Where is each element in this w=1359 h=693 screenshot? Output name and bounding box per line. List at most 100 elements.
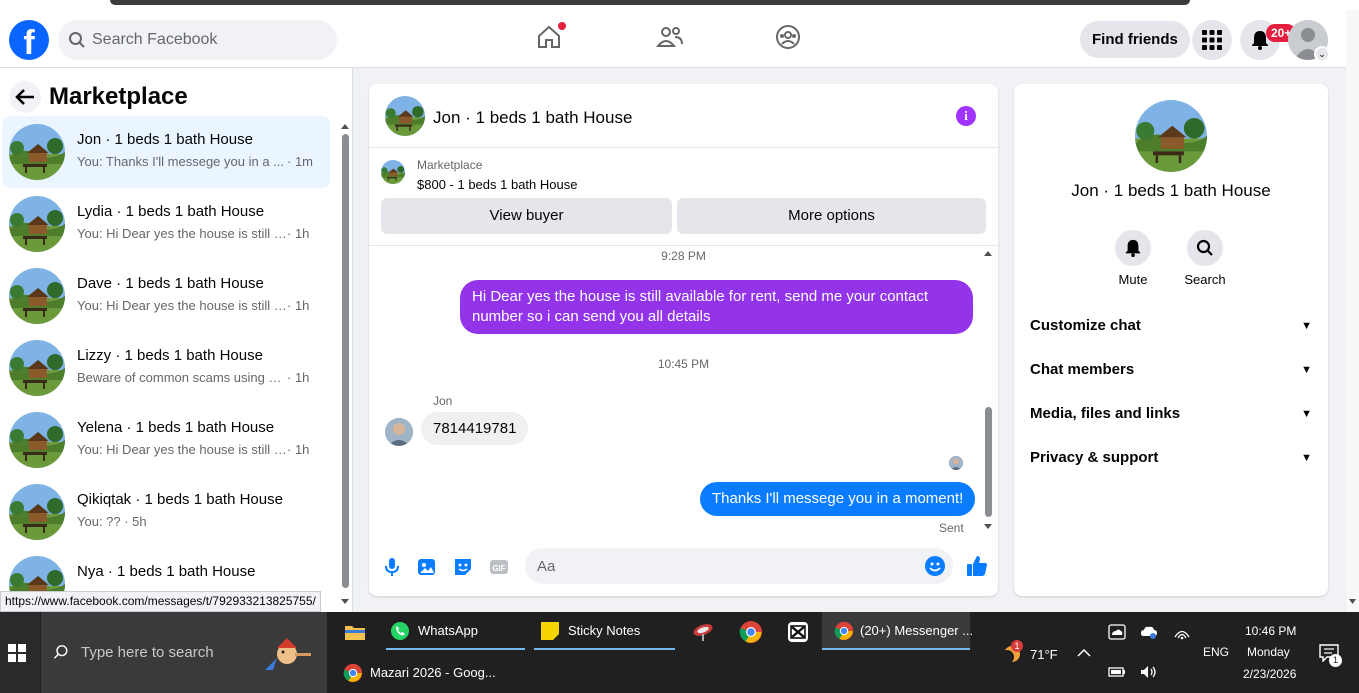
listing-thumbnail [9,484,65,540]
weather-alert-badge: 1 [1011,640,1023,652]
search-in-chat-button[interactable]: Search [1175,230,1235,287]
conversation-item[interactable]: Lydia · 1 beds 1 bath House You: Hi Dear… [2,188,330,260]
conversation-item[interactable]: Jon · 1 beds 1 bath House You: Thanks I'… [2,116,330,188]
message-input-wrapper[interactable] [525,548,953,584]
taskbar-whatsapp[interactable]: WhatsApp [386,612,525,650]
page-title: Marketplace [49,83,188,110]
search-icon [69,32,85,48]
groups-icon[interactable] [775,24,805,54]
sender-avatar[interactable] [385,418,413,446]
conversation-time: · 1h [287,226,310,241]
input-language[interactable]: ENG [1203,645,1229,659]
marketplace-label: Marketplace [417,158,483,172]
conversation-snippet: You: Hi Dear yes the house is still a... [77,298,287,313]
find-friends-button[interactable]: Find friends [1080,21,1190,58]
conversation-item[interactable]: Qikiqtak · 1 beds 1 bath House You: ?? ·… [2,476,330,548]
conversation-item[interactable]: Lizzy · 1 beds 1 bath House Beware of co… [2,332,330,404]
media-files-links-row[interactable]: Media, files and links ▼ [1030,394,1312,434]
listing-title[interactable]: $800 - 1 beds 1 bath House [417,177,577,192]
conversation-list-scrollbar[interactable] [340,122,350,608]
gif-icon[interactable]: GIF [488,556,510,578]
onedrive-icon[interactable] [1108,624,1126,640]
capcut-icon[interactable] [787,621,809,643]
scroll-down-arrow-icon [1349,599,1356,604]
privacy-support-row[interactable]: Privacy & support ▼ [1030,438,1312,478]
menu-button[interactable] [1192,20,1232,60]
conversation-snippet: You: ?? · 5h [77,514,147,529]
info-icon[interactable]: i [956,106,976,126]
page-scrollbar[interactable] [1346,10,1359,612]
conversation-name: Jon · 1 beds 1 bath House [77,131,253,148]
listing-thumbnail [9,196,65,252]
marketplace-listing-card: Marketplace $800 - 1 beds 1 bath House V… [369,148,998,246]
listing-thumbnail [9,412,65,468]
friends-icon[interactable] [655,24,686,54]
search-input[interactable] [92,20,322,60]
view-buyer-button[interactable]: View buyer [381,198,672,234]
satellite-dish-app-icon[interactable] [691,621,715,643]
taskbar-sticky-notes[interactable]: Sticky Notes [534,612,675,650]
taskbar-mazari-chrome[interactable]: Mazari 2026 - Goog... [333,654,496,692]
chat-title[interactable]: Jon · 1 beds 1 bath House [433,108,632,128]
conversation-time: · 1h [287,298,310,313]
back-button[interactable] [9,81,41,113]
message-scrollbar[interactable] [982,249,994,534]
photo-icon[interactable] [416,556,438,578]
clock-time[interactable]: 10:46 PM [1245,624,1296,638]
taskbar-search[interactable]: Type here to search [41,612,327,693]
conversation-name: Nya · 1 beds 1 bath House [77,563,256,580]
timestamp: 9:28 PM [661,249,706,263]
facebook-logo[interactable]: f [9,20,49,60]
conversation-snippet: You: Hi Dear yes the house is still a... [77,226,287,241]
row-label: Privacy & support [1030,449,1159,466]
chevron-down-icon[interactable]: ⌄ [1314,46,1330,62]
chevron-down-icon: ▼ [1301,408,1312,420]
sender-name: Jon [433,394,453,408]
file-explorer-icon[interactable] [344,623,366,641]
chat-profile-picture[interactable] [1135,100,1207,172]
conversation-item[interactable]: Yelena · 1 beds 1 bath House You: Hi Dea… [2,404,330,476]
chrome-icon[interactable] [739,620,763,644]
wifi-icon[interactable] [1173,624,1191,640]
microphone-icon[interactable] [381,556,403,578]
chat-members-row[interactable]: Chat members ▼ [1030,350,1312,390]
search-box[interactable] [58,20,337,60]
battery-icon[interactable] [1108,666,1126,678]
listing-thumbnail [9,340,65,396]
thumbs-up-icon[interactable] [965,554,989,578]
cloud-sync-icon[interactable] [1140,624,1158,640]
incoming-message[interactable]: 7814419781 [421,412,529,445]
row-label: Media, files and links [1030,405,1181,422]
notification-count-badge: 1 [1329,654,1342,667]
taskbar-mazari-label: Mazari 2026 - Goog... [370,665,496,680]
conversation-name: Lydia · 1 beds 1 bath House [77,203,265,220]
outgoing-message[interactable]: Thanks I'll messege you in a moment! [700,482,976,516]
conversation-item[interactable]: Dave · 1 beds 1 bath House You: Hi Dear … [2,260,330,332]
listing-thumbnail [381,160,405,184]
browser-strip [0,0,1359,10]
mute-button[interactable]: Mute [1103,230,1163,287]
conversation-name: Dave · 1 beds 1 bath House [77,275,264,292]
customize-chat-row[interactable]: Customize chat ▼ [1030,306,1312,346]
chrome-icon [834,621,854,641]
row-label: Customize chat [1030,317,1141,334]
conversation-time: · 1m [287,154,313,169]
message-input[interactable] [537,548,907,584]
home-icon[interactable] [536,22,566,54]
chrome-icon [343,663,363,683]
pinocchio-search-highlight-icon [265,638,311,670]
conversation-time: · 1h [287,370,310,385]
speaker-icon[interactable] [1140,665,1158,679]
sticker-icon[interactable] [452,556,474,578]
chevron-up-icon[interactable] [1077,648,1091,658]
outgoing-message[interactable]: Hi Dear yes the house is still available… [460,280,973,334]
emoji-icon[interactable] [925,556,945,576]
read-receipt-avatar [949,456,963,470]
taskbar-messenger-chrome[interactable]: (20+) Messenger ... [822,612,973,650]
chat-avatar[interactable] [385,96,425,136]
start-button[interactable] [0,612,40,693]
scrollbar-thumb[interactable] [342,134,349,588]
message-thread: 9:28 PM Hi Dear yes the house is still a… [369,246,998,538]
scrollbar-thumb[interactable] [985,407,992,517]
more-options-button[interactable]: More options [677,198,986,234]
